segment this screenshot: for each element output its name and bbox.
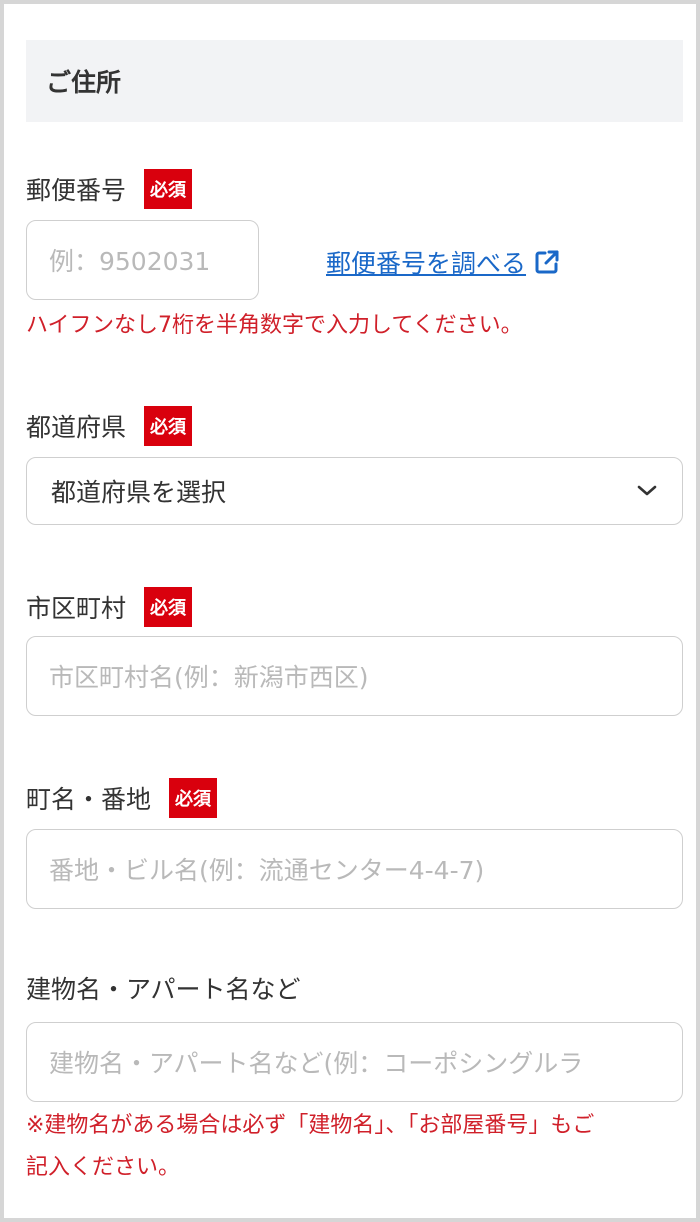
postal-code-placeholder: 例：9502031: [49, 247, 211, 276]
required-badge: 必須: [144, 169, 193, 209]
city-label: 市区町村 必須: [26, 587, 193, 627]
street-label-text: 町名・番地: [26, 785, 152, 814]
section-title: ご住所: [46, 68, 122, 97]
city-input[interactable]: 市区町村名(例：新潟市西区): [26, 636, 683, 716]
building-note-line1: ※建物名がある場合は必ず「建物名」、「お部屋番号」もご: [26, 1113, 595, 1138]
postal-code-hint: ハイフンなし7桁を半角数字で入力してください。: [26, 313, 523, 338]
building-placeholder: 建物名・アパート名など(例：コーポシングルラ: [49, 1049, 584, 1078]
street-label: 町名・番地 必須: [26, 778, 218, 818]
postal-code-label-text: 郵便番号: [26, 176, 127, 205]
prefecture-select[interactable]: 都道府県を選択: [26, 457, 683, 525]
building-note-line2: 記入ください。: [26, 1155, 181, 1180]
prefecture-label: 都道府県 必須: [26, 406, 193, 446]
postal-lookup-link-text: 郵便番号を調べる: [326, 249, 527, 278]
prefecture-selected-value: 都道府県を選択: [51, 478, 227, 507]
building-note: ※建物名がある場合は必ず「建物名」、「お部屋番号」もご 記入ください。: [26, 1105, 594, 1189]
building-label: 建物名・アパート名など: [26, 968, 301, 1008]
street-placeholder: 番地・ビル名(例：流通センター4-4-7): [49, 856, 485, 885]
required-badge: 必須: [169, 778, 218, 818]
city-label-text: 市区町村: [26, 594, 127, 623]
street-input[interactable]: 番地・ビル名(例：流通センター4-4-7): [26, 829, 683, 909]
address-form: ご住所 郵便番号 必須 例：9502031 郵便番号を調べる ハイフンなし7桁を…: [0, 0, 700, 1222]
building-label-text: 建物名・アパート名など: [26, 975, 301, 1004]
postal-code-input[interactable]: 例：9502031: [26, 220, 259, 300]
required-badge: 必須: [144, 587, 193, 627]
city-placeholder: 市区町村名(例：新潟市西区): [49, 663, 369, 692]
external-link-icon: [535, 250, 559, 274]
postal-lookup-link[interactable]: 郵便番号を調べる: [326, 242, 560, 282]
chevron-down-icon: [637, 485, 657, 496]
prefecture-label-text: 都道府県: [26, 413, 127, 442]
postal-code-label: 郵便番号 必須: [26, 169, 193, 209]
section-header: ご住所: [26, 40, 683, 122]
building-input[interactable]: 建物名・アパート名など(例：コーポシングルラ: [26, 1022, 683, 1102]
required-badge: 必須: [144, 406, 193, 446]
